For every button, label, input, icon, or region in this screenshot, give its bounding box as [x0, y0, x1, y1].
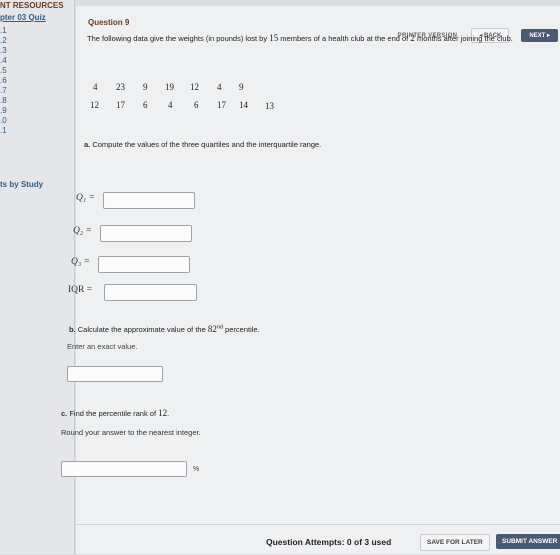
q3-input[interactable] — [98, 256, 190, 273]
data-value: 13 — [265, 101, 274, 111]
question-footer: Question Attempts: 0 of 3 used SAVE FOR … — [76, 524, 560, 555]
data-value: 17 — [217, 100, 226, 110]
sidebar-link[interactable]: .4 — [0, 56, 7, 66]
part-c-hint: Round your answer to the nearest integer… — [61, 428, 201, 437]
data-value: 14 — [239, 100, 248, 110]
sidebar-link[interactable]: .9 — [0, 106, 7, 116]
data-value: 23 — [116, 82, 125, 92]
submit-answer-button[interactable]: SUBMIT ANSWER — [496, 534, 560, 549]
percent-unit: % — [193, 466, 200, 473]
sidebar-link[interactable]: .6 — [0, 76, 7, 86]
problem-text-after: months after joining the club. — [414, 34, 513, 43]
sidebar-link[interactable]: .8 — [0, 96, 7, 106]
iqr-input[interactable] — [104, 284, 197, 301]
iqr-label: IQR = — [68, 285, 93, 295]
part-b-percentile-number: 82 — [207, 324, 217, 334]
q2-input[interactable] — [100, 225, 192, 242]
sidebar-link[interactable]: .2 — [0, 36, 7, 46]
question-title: Question 9 — [88, 18, 130, 27]
sidebar-link[interactable]: .3 — [0, 46, 7, 56]
part-a-text: Compute the values of the three quartile… — [90, 140, 322, 149]
q3-label: Q₃ = — [71, 257, 90, 267]
data-value: 6 — [143, 100, 148, 110]
question-panel: Question 9 PRINTER VERSION ◂ BACK NEXT ▸… — [61, 6, 560, 555]
part-c-text-post: . — [167, 409, 170, 418]
sidebar-link[interactable]: .1 — [0, 26, 7, 36]
sidebar-link[interactable]: .5 — [0, 66, 7, 76]
data-value: 4 — [217, 82, 222, 92]
q1-label: Q₁ = — [76, 193, 95, 203]
sidebar-link-list: .1 .2 .3 .4 .5 .6 .7 .8 .9 .0 .1 — [0, 26, 7, 136]
problem-text-mid: members of a health club at the end of — [278, 34, 411, 43]
data-value: 9 — [239, 82, 244, 92]
part-a-prompt: a. Compute the values of the three quart… — [84, 140, 321, 149]
q2-label: Q₂ = — [73, 226, 92, 236]
percentile-value-input[interactable] — [67, 366, 163, 382]
percentile-rank-input[interactable] — [61, 461, 187, 477]
part-b-text-post: percentile. — [222, 325, 260, 334]
sidebar-link[interactable]: .1 — [0, 126, 7, 136]
sidebar-study-link[interactable]: ts by Study — [0, 180, 43, 189]
sidebar-chapter-quiz-link[interactable]: pter 03 Quiz — [0, 13, 46, 22]
sidebar-link[interactable]: .0 — [0, 116, 7, 126]
part-c-prompt: c. Find the percentile rank of 12. — [61, 408, 169, 418]
part-b-hint: Enter an exact value. — [67, 342, 138, 351]
data-value: 12 — [190, 82, 199, 92]
problem-statement: The following data give the weights (in … — [87, 33, 547, 44]
data-value: 17 — [116, 100, 125, 110]
problem-member-count: 15 — [269, 33, 279, 43]
part-b-prompt: b. Calculate the approximate value of th… — [69, 324, 260, 334]
data-value: 6 — [194, 100, 199, 110]
question-attempts: Question Attempts: 0 of 3 used — [266, 537, 392, 547]
data-value: 9 — [143, 82, 148, 92]
part-c-text-pre: Find the percentile rank of — [67, 409, 159, 418]
sidebar-link[interactable]: .7 — [0, 86, 7, 96]
part-b-letter: b. — [69, 325, 76, 334]
save-for-later-button[interactable]: SAVE FOR LATER — [420, 534, 490, 551]
part-c-value: 12 — [158, 408, 168, 418]
q1-input[interactable] — [103, 192, 195, 209]
part-b-text-pre: Calculate the approximate value of the — [75, 325, 208, 334]
data-value: 12 — [90, 100, 99, 110]
data-value: 4 — [168, 100, 173, 110]
problem-text-before: The following data give the weights (in … — [87, 34, 270, 43]
data-value: 19 — [165, 82, 174, 92]
sidebar-header: NT RESOURCES — [0, 1, 64, 10]
data-value: 4 — [93, 82, 98, 92]
